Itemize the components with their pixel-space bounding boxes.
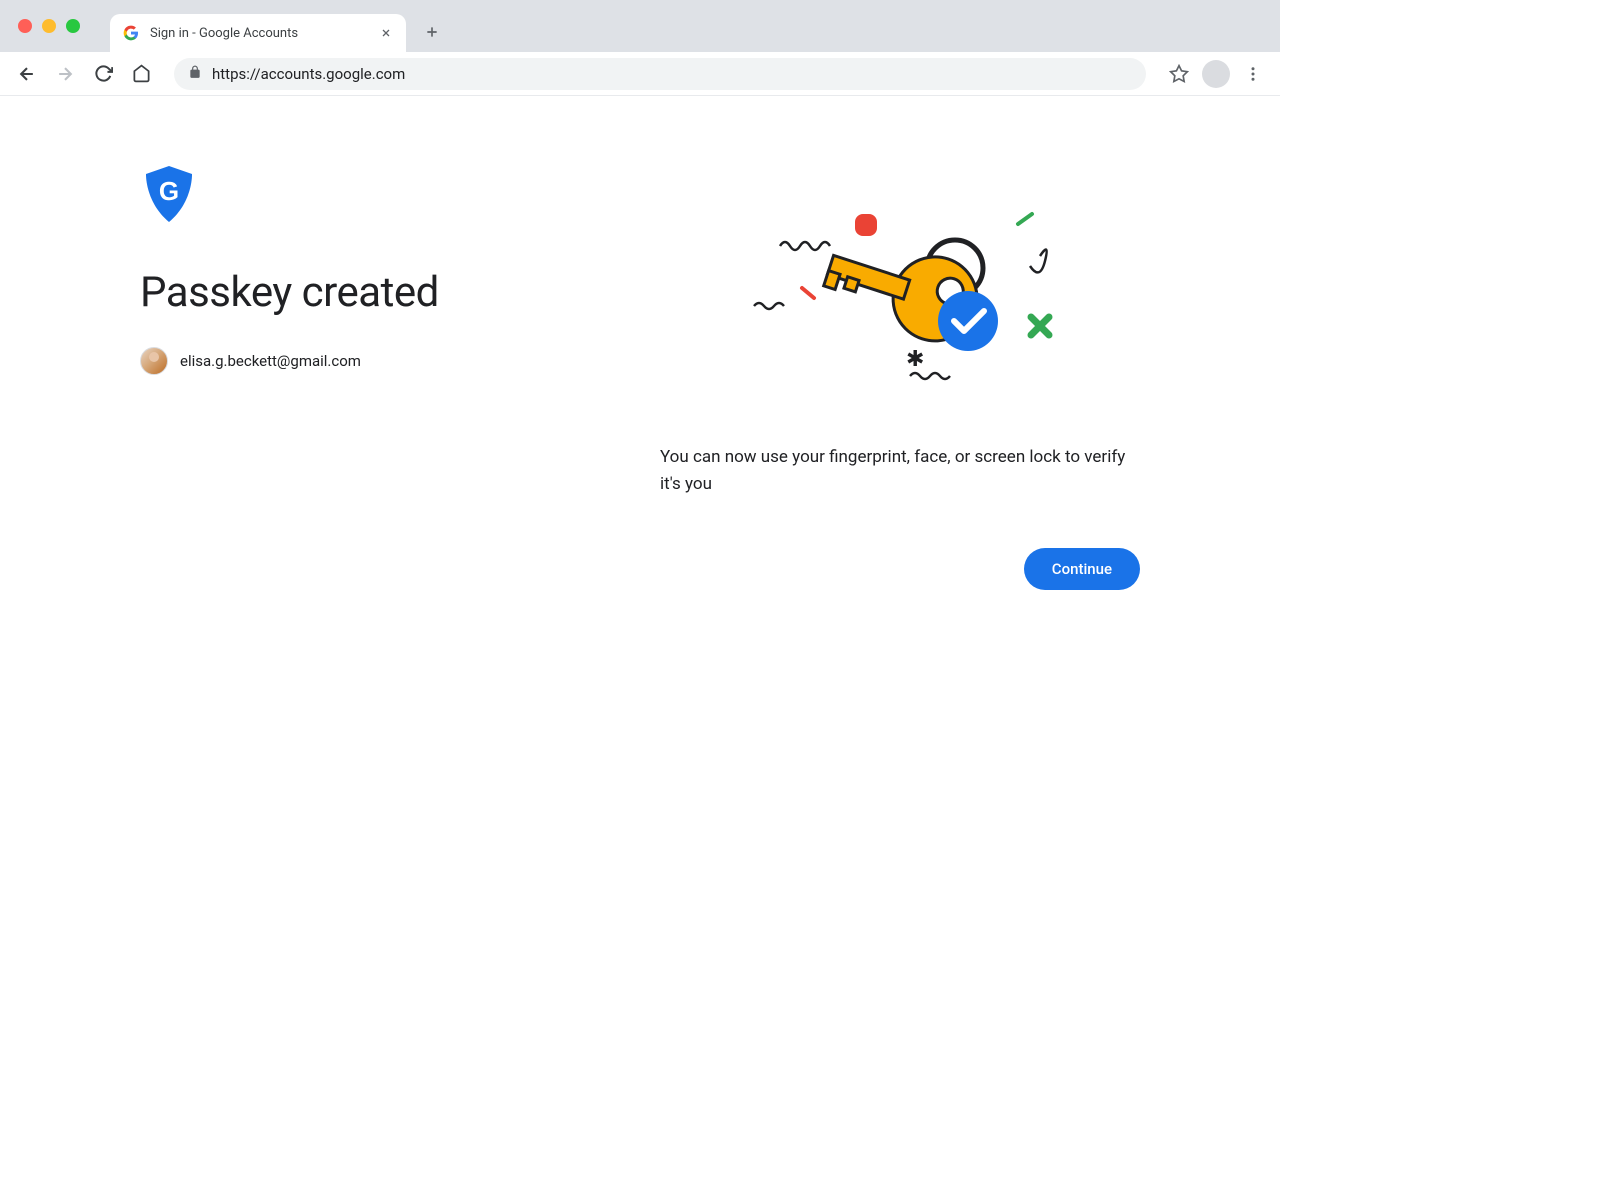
svg-text:✱: ✱ bbox=[906, 347, 924, 372]
continue-button[interactable]: Continue bbox=[1024, 548, 1140, 590]
bookmark-star-icon[interactable] bbox=[1164, 59, 1194, 89]
passkey-illustration: ✱ bbox=[710, 196, 1090, 416]
kebab-menu-icon[interactable] bbox=[1238, 59, 1268, 89]
svg-text:G: G bbox=[159, 176, 179, 206]
account-chip[interactable]: elisa.g.beckett@gmail.com bbox=[140, 347, 361, 375]
page-content: G Passkey created elisa.g.beckett@gmail.… bbox=[0, 96, 1280, 590]
window-controls bbox=[18, 19, 80, 33]
tab-strip: Sign in - Google Accounts bbox=[0, 0, 1280, 52]
window-close-button[interactable] bbox=[18, 19, 32, 33]
left-column: G Passkey created elisa.g.beckett@gmail.… bbox=[140, 166, 600, 590]
home-button[interactable] bbox=[126, 59, 156, 89]
browser-chrome: Sign in - Google Accounts bbox=[0, 0, 1280, 96]
new-tab-button[interactable] bbox=[418, 18, 446, 46]
reload-button[interactable] bbox=[88, 59, 118, 89]
window-maximize-button[interactable] bbox=[66, 19, 80, 33]
tab-title: Sign in - Google Accounts bbox=[150, 26, 368, 41]
account-email: elisa.g.beckett@gmail.com bbox=[180, 352, 361, 370]
google-shield-icon: G bbox=[144, 166, 600, 228]
google-favicon-icon bbox=[122, 24, 140, 42]
browser-toolbar: https://accounts.google.com bbox=[0, 52, 1280, 96]
forward-button[interactable] bbox=[50, 59, 80, 89]
lock-icon bbox=[188, 65, 202, 83]
page-heading: Passkey created bbox=[140, 268, 600, 317]
tab-close-icon[interactable] bbox=[378, 25, 394, 41]
window-minimize-button[interactable] bbox=[42, 19, 56, 33]
right-column: ✱ bbox=[660, 166, 1140, 590]
url-text: https://accounts.google.com bbox=[212, 65, 405, 83]
profile-avatar[interactable] bbox=[1202, 60, 1230, 88]
back-button[interactable] bbox=[12, 59, 42, 89]
description-text: You can now use your fingerprint, face, … bbox=[660, 444, 1140, 498]
browser-tab[interactable]: Sign in - Google Accounts bbox=[110, 14, 406, 52]
account-avatar-icon bbox=[140, 347, 168, 375]
button-row: Continue bbox=[660, 548, 1140, 590]
address-bar[interactable]: https://accounts.google.com bbox=[174, 58, 1146, 90]
